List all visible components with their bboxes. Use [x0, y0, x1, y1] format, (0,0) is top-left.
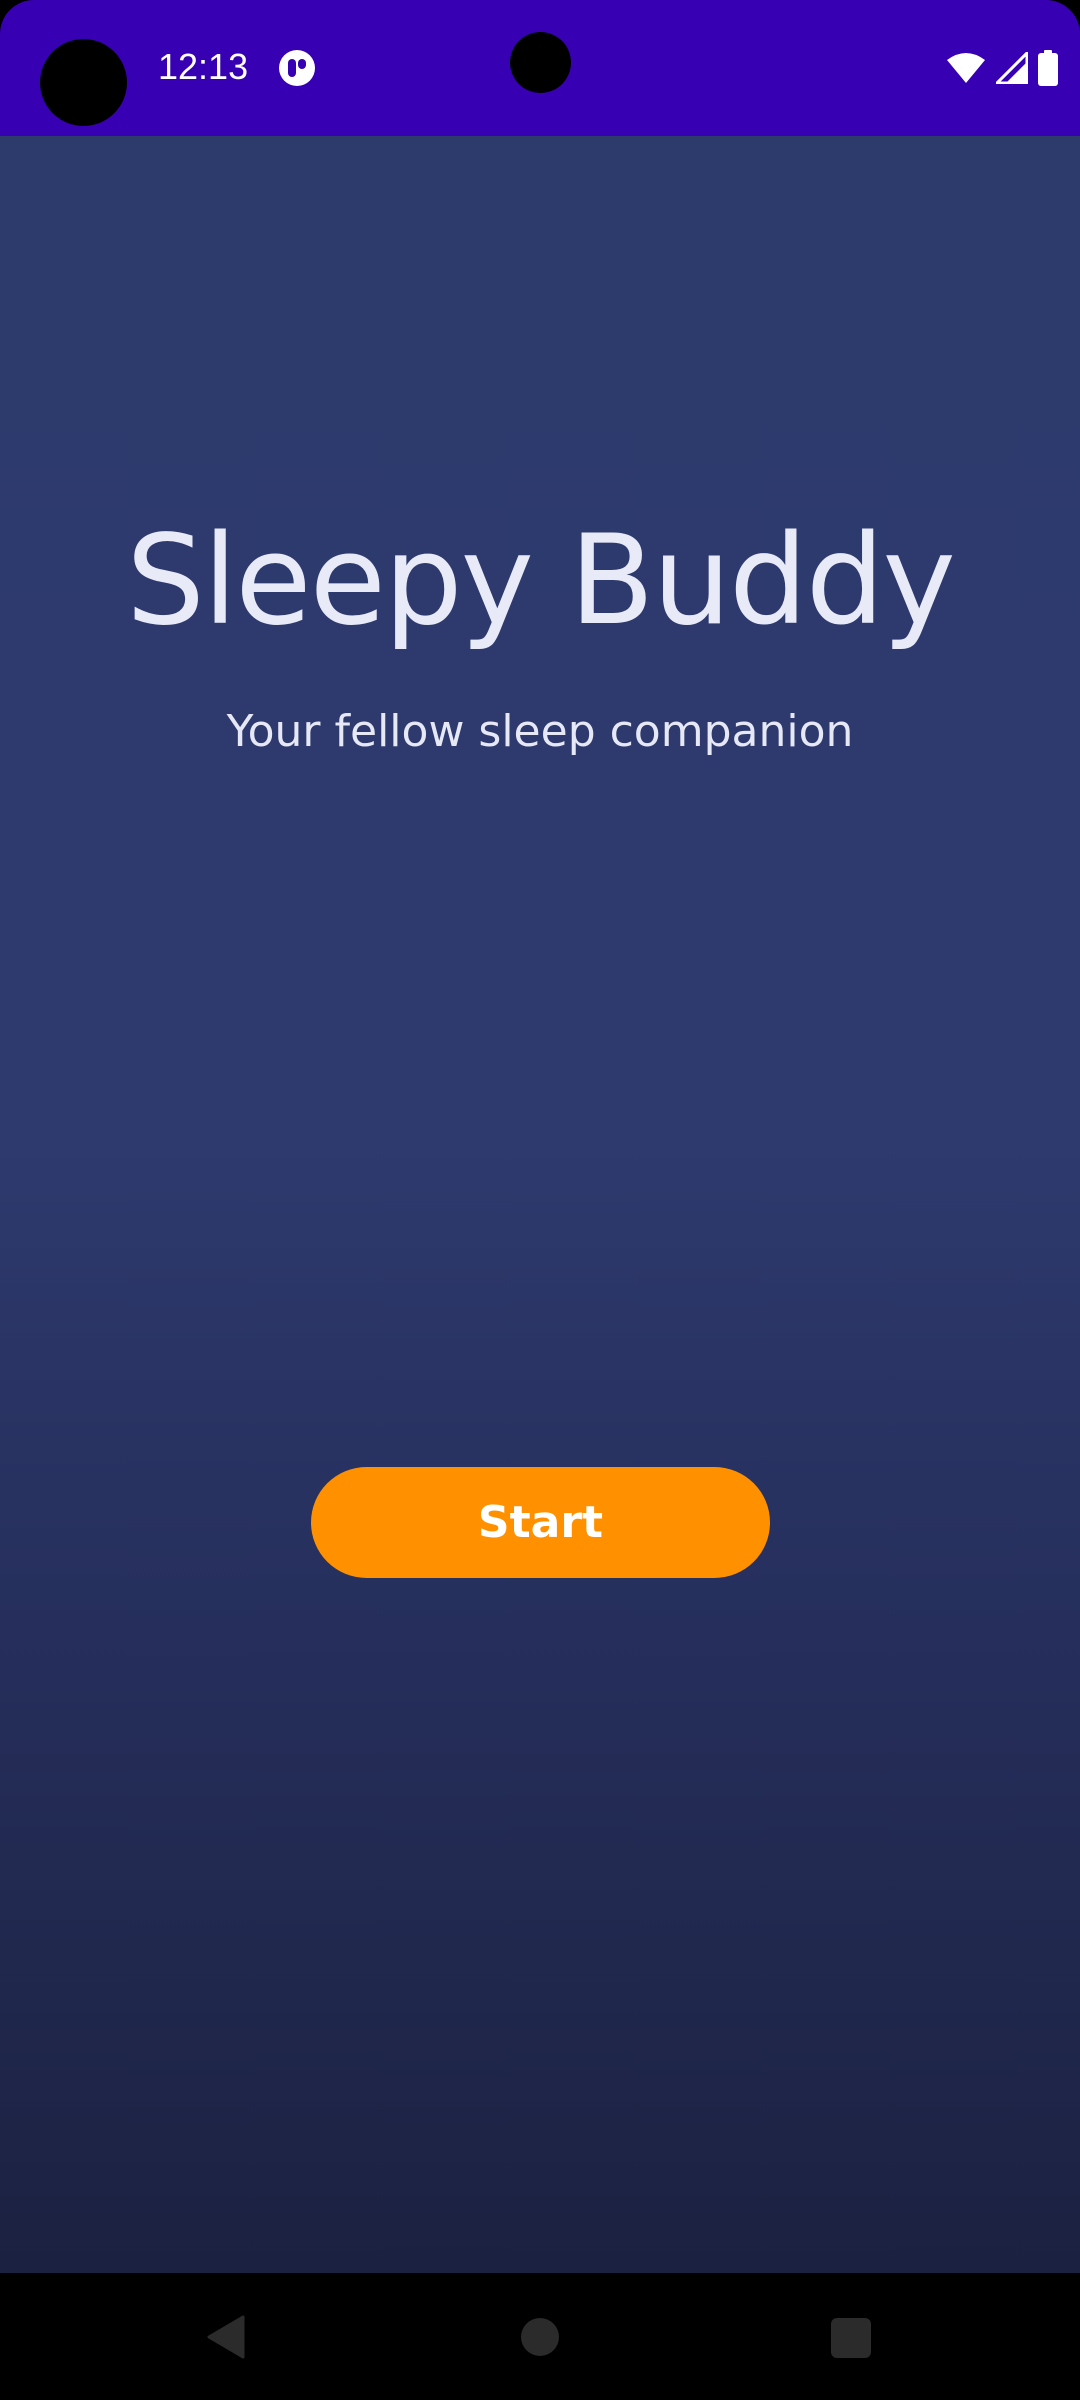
status-bar: 12:13 — [0, 0, 1080, 136]
phone-screen: 12:13 Sleepy Buddy Your fellow sleep com… — [0, 0, 1080, 2400]
system-icons — [946, 48, 1058, 88]
signal-icon — [996, 52, 1028, 84]
navigation-bar — [0, 2273, 1080, 2400]
battery-icon — [1038, 50, 1058, 86]
welcome-screen: Sleepy Buddy Your fellow sleep companion… — [0, 136, 1080, 2273]
camera-cutout — [40, 39, 127, 126]
recents-icon[interactable] — [831, 2318, 871, 2358]
start-button[interactable]: Start — [311, 1467, 770, 1578]
app-subtitle: Your fellow sleep companion — [226, 706, 854, 757]
notification-app-icon — [279, 50, 315, 86]
app-title: Sleepy Buddy — [126, 509, 956, 653]
status-time: 12:13 — [158, 46, 249, 87]
home-icon[interactable] — [521, 2318, 559, 2356]
wifi-icon — [947, 53, 985, 83]
back-icon[interactable] — [205, 2315, 245, 2359]
front-camera — [510, 32, 571, 93]
